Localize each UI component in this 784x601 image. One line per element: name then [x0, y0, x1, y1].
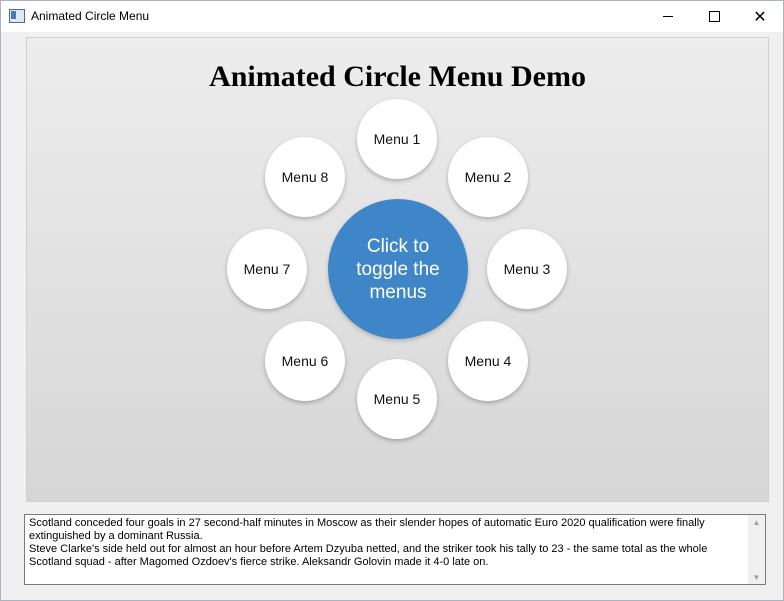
- scroll-up-icon[interactable]: ▲: [748, 516, 765, 528]
- minimize-icon: [663, 16, 673, 17]
- maximize-icon: [708, 11, 720, 22]
- menu-5-button[interactable]: Menu 5: [357, 359, 437, 439]
- menu-4-button[interactable]: Menu 4: [448, 321, 528, 401]
- page-title: Animated Circle Menu Demo: [209, 60, 586, 93]
- minimize-button[interactable]: [645, 1, 691, 32]
- vertical-scrollbar[interactable]: ▲ ▼: [748, 515, 765, 584]
- toggle-menus-button[interactable]: Click to toggle the menus: [328, 199, 468, 339]
- window-title: Animated Circle Menu: [31, 9, 150, 23]
- menu-1-button[interactable]: Menu 1: [357, 99, 437, 179]
- menu-2-button[interactable]: Menu 2: [448, 137, 528, 217]
- app-window: Animated Circle Menu ✕ Animated Circle M…: [0, 0, 784, 601]
- app-window-icon: [9, 9, 25, 23]
- news-text: Scotland conceded four goals in 27 secon…: [29, 517, 744, 569]
- menu-3-button[interactable]: Menu 3: [487, 229, 567, 309]
- maximize-button[interactable]: [691, 1, 737, 32]
- title-bar: Animated Circle Menu ✕: [1, 1, 783, 32]
- close-button[interactable]: ✕: [737, 1, 783, 32]
- news-line-1: Scotland conceded four goals in 27 secon…: [29, 517, 705, 542]
- scroll-down-icon[interactable]: ▼: [748, 571, 765, 583]
- toggle-menus-label: Click to toggle the menus: [356, 235, 440, 303]
- menu-6-button[interactable]: Menu 6: [265, 321, 345, 401]
- news-line-2: Steve Clarke's side held out for almost …: [29, 543, 708, 568]
- menu-8-button[interactable]: Menu 8: [265, 137, 345, 217]
- close-icon: ✕: [753, 6, 767, 26]
- menu-panel: Animated Circle Menu Demo Menu 1 Menu 2 …: [26, 37, 769, 502]
- news-text-area[interactable]: Scotland conceded four goals in 27 secon…: [24, 514, 766, 585]
- menu-7-button[interactable]: Menu 7: [227, 229, 307, 309]
